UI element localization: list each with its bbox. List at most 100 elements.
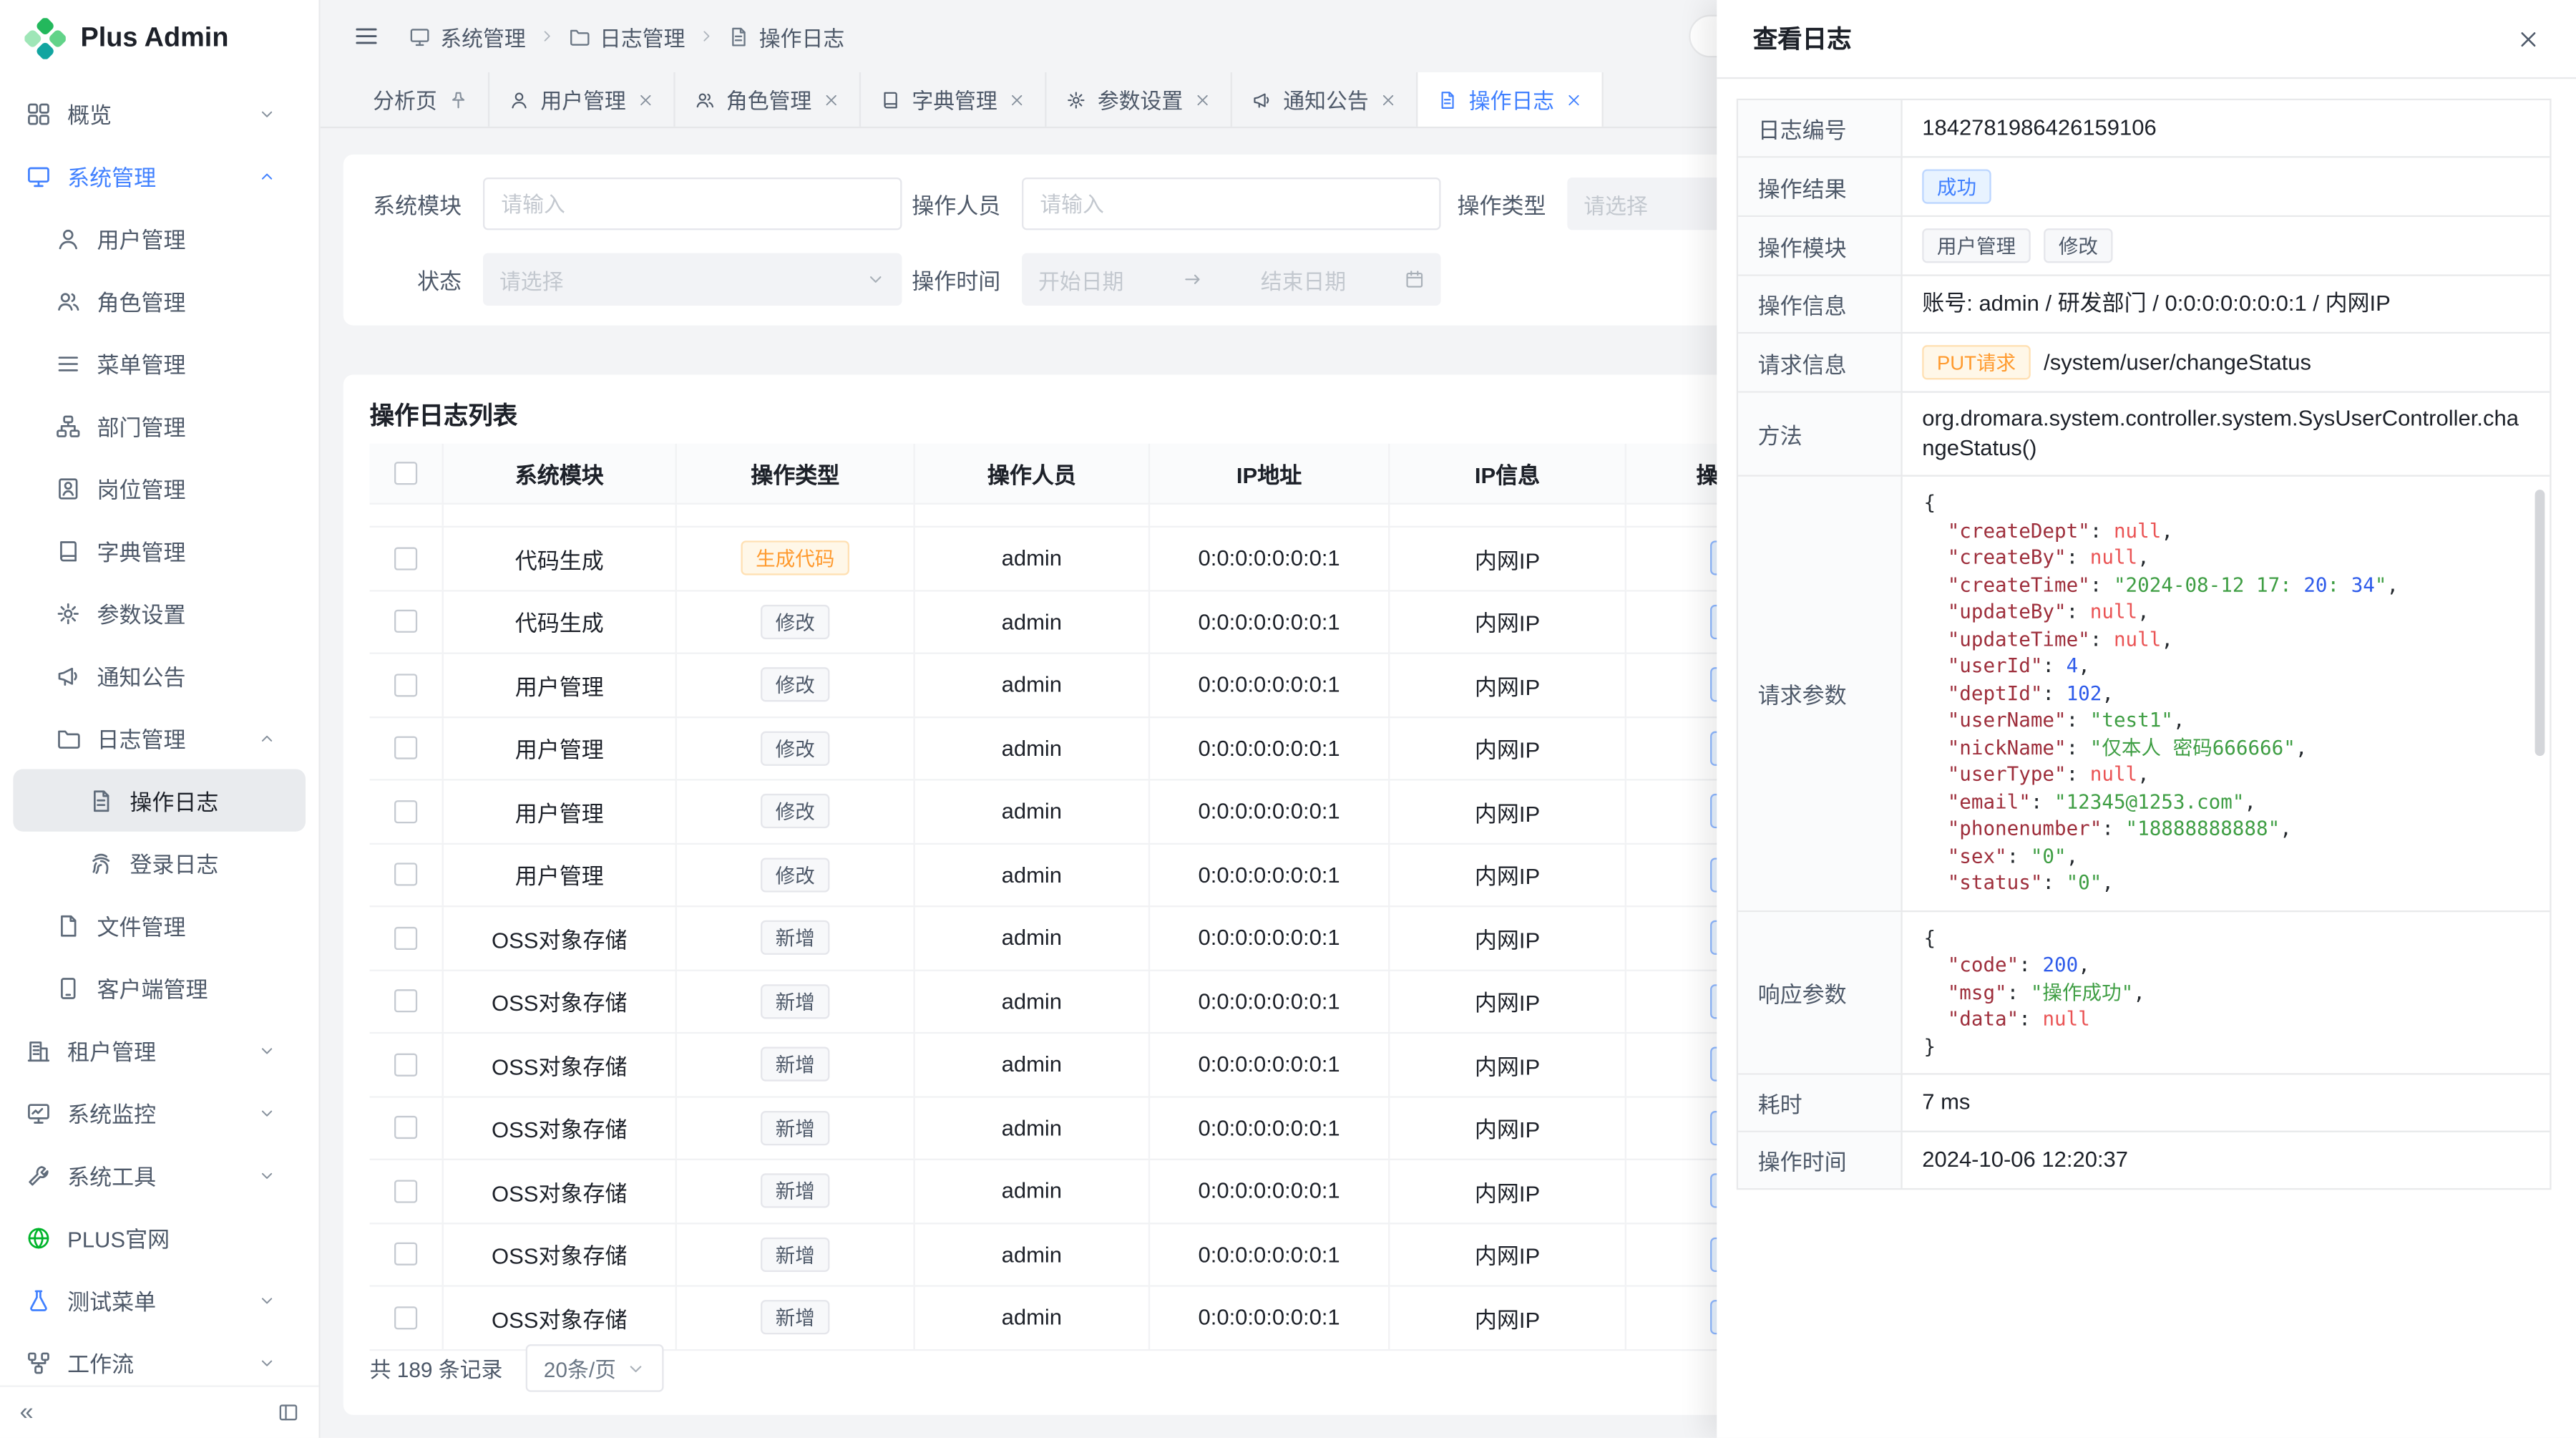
sidebar-item-4[interactable]: 菜单管理 [13, 332, 306, 394]
tab-label: 操作日志 [1469, 84, 1554, 115]
row-checkbox[interactable] [394, 1243, 417, 1265]
chevron-right-icon [698, 28, 715, 44]
checkbox-cell [370, 1160, 444, 1222]
sidebar-item-label: 字典管理 [97, 534, 185, 567]
drawer-close-button[interactable] [2517, 27, 2540, 50]
hamburger-icon[interactable] [353, 23, 380, 49]
sidebar-item-9[interactable]: 通知公告 [13, 644, 306, 706]
tab-6[interactable]: 操作日志 [1418, 72, 1604, 127]
sidebar-item-label: 菜单管理 [97, 346, 185, 379]
tab-0[interactable]: 分析页 [353, 72, 490, 127]
type-badge: 新增 [761, 920, 829, 955]
drawer-field-label: 响应参数 [1738, 911, 1903, 1073]
tab-close-icon[interactable] [823, 91, 839, 107]
row-checkbox[interactable] [394, 737, 417, 759]
scrollbar-thumb[interactable] [2535, 490, 2545, 756]
value-badge: 修改 [2044, 228, 2112, 263]
tab-2[interactable]: 角色管理 [675, 72, 861, 127]
tenant-icon [26, 1038, 51, 1062]
row-checkbox[interactable] [394, 990, 417, 1013]
op-time-range-picker[interactable]: 开始日期 结束日期 [1022, 253, 1440, 306]
tab-1[interactable]: 用户管理 [489, 72, 675, 127]
sidebar-item-12[interactable]: 登录日志 [13, 832, 306, 894]
dashboard-icon [26, 101, 51, 125]
cell-type: 新增 [677, 1287, 915, 1349]
tab-5[interactable]: 通知公告 [1232, 72, 1418, 127]
tab-close-icon[interactable] [1380, 91, 1397, 107]
sidebar-item-15[interactable]: 租户管理 [13, 1019, 306, 1081]
sidebar-item-13[interactable]: 文件管理 [13, 894, 306, 956]
sidebar-item-11[interactable]: 操作日志 [13, 769, 306, 831]
sidebar-menu: 概览系统管理用户管理角色管理菜单管理部门管理岗位管理字典管理参数设置通知公告日志… [0, 76, 318, 1394]
sidebar-item-label: 测试菜单 [67, 1283, 156, 1316]
sidebar-item-3[interactable]: 角色管理 [13, 270, 306, 332]
chevron-up-icon [258, 167, 275, 185]
row-checkbox[interactable] [394, 863, 417, 886]
sidebar-item-label: 用户管理 [97, 222, 185, 255]
sidebar-item-16[interactable]: 系统监控 [13, 1082, 306, 1144]
sidebar-item-17[interactable]: 系统工具 [13, 1144, 306, 1206]
breadcrumb-item-2[interactable]: 操作日志 [728, 21, 844, 52]
drawer-field-value: org.dromara.system.controller.system.Sys… [1903, 393, 2550, 475]
row-checkbox[interactable] [394, 674, 417, 696]
tab-close-icon[interactable] [1009, 91, 1025, 107]
drawer-field-5: 方法org.dromara.system.controller.system.S… [1738, 391, 2550, 475]
drawer-field-8: 耗时7 ms [1738, 1073, 2550, 1130]
cell-operator: admin [915, 971, 1150, 1032]
sidebar-item-6[interactable]: 岗位管理 [13, 457, 306, 519]
tab-4[interactable]: 参数设置 [1047, 72, 1232, 127]
cell-module: OSS对象存储 [444, 1034, 677, 1095]
row-checkbox[interactable] [394, 610, 417, 633]
notice-icon [1252, 89, 1272, 110]
pin-icon [449, 89, 469, 110]
status-select[interactable]: 请选择 [483, 253, 902, 306]
tab-close-icon[interactable] [1566, 91, 1582, 107]
row-checkbox[interactable] [394, 1053, 417, 1076]
role-icon [695, 89, 715, 110]
sidebar-item-20[interactable]: 工作流 [13, 1331, 306, 1394]
system-module-input[interactable] [483, 178, 902, 230]
sidebar-item-0[interactable]: 概览 [13, 82, 306, 145]
chevron-up-icon [258, 729, 275, 747]
breadcrumb-item-0[interactable]: 系统管理 [409, 21, 526, 52]
tab-close-icon[interactable] [1194, 91, 1211, 107]
chevron-right-icon [539, 28, 555, 44]
sidebar-panel-icon[interactable] [278, 1401, 299, 1423]
sidebar-item-2[interactable]: 用户管理 [13, 207, 306, 269]
tab-close-icon[interactable] [638, 91, 654, 107]
notice-icon [56, 663, 80, 687]
row-checkbox[interactable] [394, 1180, 417, 1203]
value-badge: 用户管理 [1922, 228, 2031, 263]
drawer-field-label: 操作模块 [1738, 217, 1903, 274]
sidebar-item-14[interactable]: 客户端管理 [13, 956, 306, 1019]
row-checkbox[interactable] [394, 547, 417, 570]
sidebar-item-18[interactable]: PLUS官网 [13, 1206, 306, 1268]
row-checkbox[interactable] [394, 800, 417, 823]
sidebar-item-1[interactable]: 系统管理 [13, 145, 306, 207]
chevron-down-icon [258, 1354, 275, 1371]
row-checkbox[interactable] [394, 1117, 417, 1140]
row-checkbox[interactable] [394, 1306, 417, 1329]
sidebar-item-7[interactable]: 字典管理 [13, 520, 306, 582]
sidebar-item-5[interactable]: 部门管理 [13, 394, 306, 457]
operator-input[interactable] [1022, 178, 1440, 230]
sidebar-item-19[interactable]: 测试菜单 [13, 1268, 306, 1331]
collapse-sidebar-button[interactable]: « [20, 1399, 34, 1427]
cell-type: 修改 [677, 654, 915, 716]
cell-module: 代码生成 [444, 591, 677, 652]
filter-status: 状态 请选择 [356, 253, 902, 306]
post-icon [56, 476, 80, 500]
sidebar-item-label: 系统工具 [67, 1159, 156, 1192]
sidebar-item-10[interactable]: 日志管理 [13, 706, 306, 769]
cell-operator: admin [915, 528, 1150, 589]
tab-3[interactable]: 字典管理 [861, 72, 1046, 127]
row-checkbox[interactable] [394, 926, 417, 949]
page-size-select[interactable]: 20条/页 [526, 1344, 664, 1392]
breadcrumb-item-1[interactable]: 日志管理 [568, 21, 685, 52]
sidebar-item-8[interactable]: 参数设置 [13, 582, 306, 644]
tools-icon [26, 1162, 51, 1187]
sidebar: Plus Admin 概览系统管理用户管理角色管理菜单管理部门管理岗位管理字典管… [0, 0, 321, 1438]
row-checkbox[interactable] [394, 462, 417, 485]
drawer-field-label: 日志编号 [1738, 100, 1903, 156]
drawer-field-label: 操作结果 [1738, 157, 1903, 215]
